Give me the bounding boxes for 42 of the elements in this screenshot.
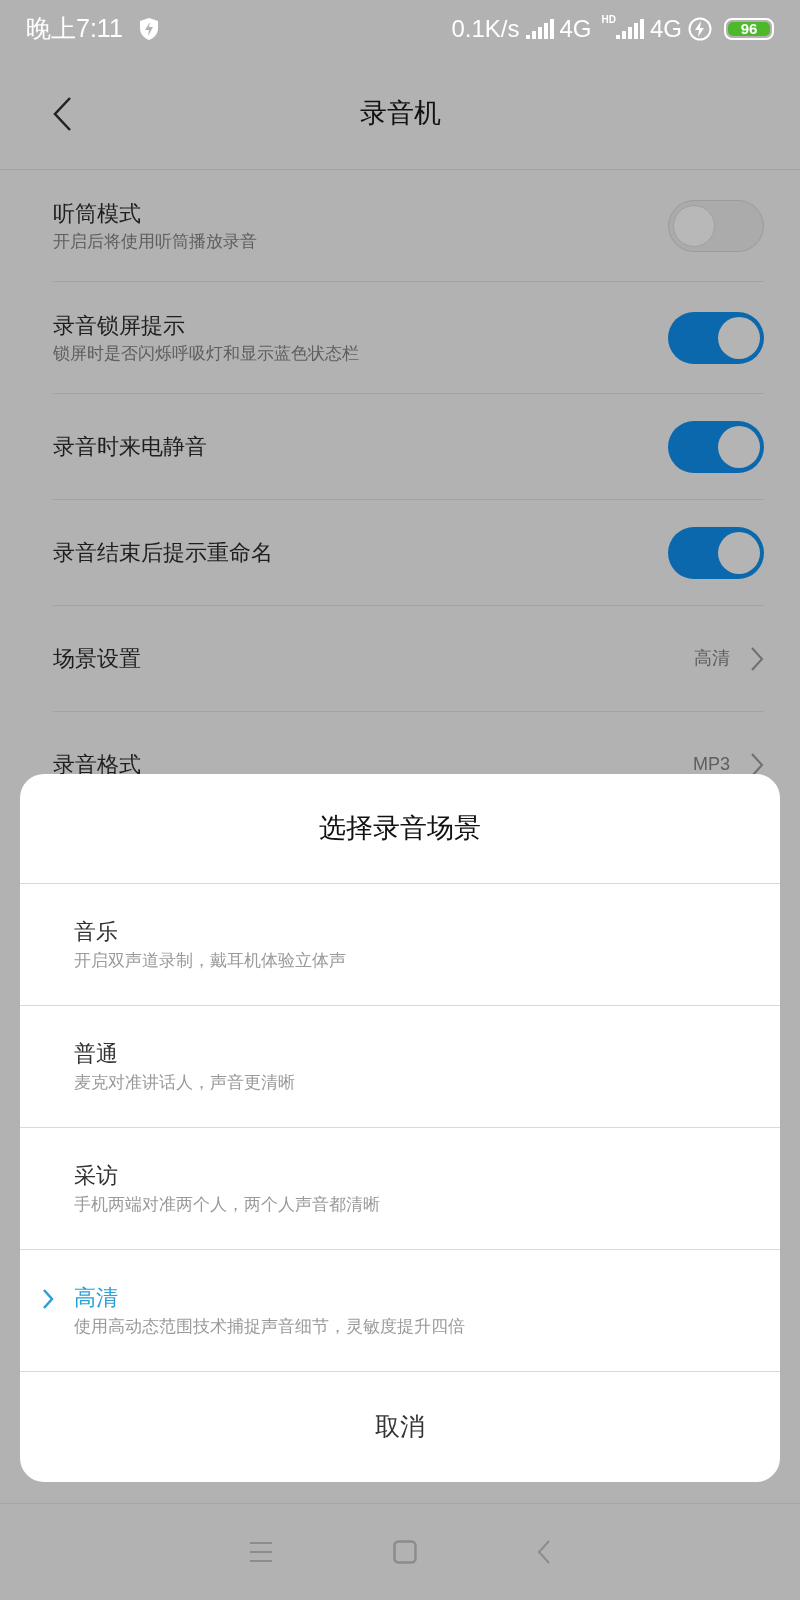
scene-option[interactable]: 普通 麦克对准讲话人，声音更清晰 <box>20 1006 780 1128</box>
setting-description: 锁屏时是否闪烁呼吸灯和显示蓝色状态栏 <box>53 342 360 365</box>
cancel-button[interactable]: 取消 <box>20 1372 780 1482</box>
setting-value: 高清 <box>694 647 730 670</box>
setting-description: 开启后将使用听筒播放录音 <box>53 230 258 253</box>
dialog-title: 选择录音场景 <box>319 812 481 846</box>
scene-option[interactable]: 采访 手机两端对准两个人，两个人声音都清晰 <box>20 1128 780 1250</box>
setting-value: MP3 <box>693 753 730 776</box>
setting-title: 录音锁屏提示 <box>53 311 186 340</box>
toggle-switch[interactable] <box>668 420 764 473</box>
network-speed: 0.1K/s <box>451 14 520 44</box>
option-description: 使用高动态范围技术捕捉声音细节，灵敏度提升四倍 <box>74 1315 465 1338</box>
scene-option[interactable]: 音乐 开启双声道录制，戴耳机体验立体声 <box>20 884 780 1006</box>
option-title: 音乐 <box>74 917 119 946</box>
back-icon[interactable] <box>537 1539 551 1565</box>
charging-icon <box>688 17 712 41</box>
setting-title: 听筒模式 <box>53 199 142 228</box>
chevron-right-icon <box>42 1288 54 1310</box>
page-title: 录音机 <box>359 97 441 131</box>
chevron-right-icon <box>750 645 764 672</box>
option-description: 手机两端对准两个人，两个人声音都清晰 <box>74 1193 380 1216</box>
battery-icon: 96 <box>724 18 774 40</box>
option-title: 高清 <box>74 1283 119 1312</box>
network-type: 4G <box>559 14 592 44</box>
toggle-switch[interactable] <box>668 311 764 364</box>
menu-icon[interactable] <box>249 1541 273 1563</box>
option-title: 普通 <box>74 1039 119 1068</box>
hd-label: HD <box>601 13 616 27</box>
shield-icon <box>138 17 159 41</box>
toggle-switch[interactable] <box>668 526 764 579</box>
signal-icon <box>525 19 556 39</box>
network-type: 4G <box>650 14 682 44</box>
home-icon[interactable] <box>393 1540 417 1564</box>
option-title: 采访 <box>74 1161 119 1190</box>
option-description: 麦克对准讲话人，声音更清晰 <box>74 1071 295 1094</box>
option-description: 开启双声道录制，戴耳机体验立体声 <box>74 949 346 972</box>
setting-title: 录音格式 <box>53 750 142 779</box>
signal-icon <box>616 19 646 39</box>
setting-title: 录音结束后提示重命名 <box>53 538 274 567</box>
setting-title: 场景设置 <box>53 644 142 673</box>
setting-title: 录音时来电静音 <box>53 432 208 461</box>
status-time: 晚上7:11 <box>26 13 123 45</box>
